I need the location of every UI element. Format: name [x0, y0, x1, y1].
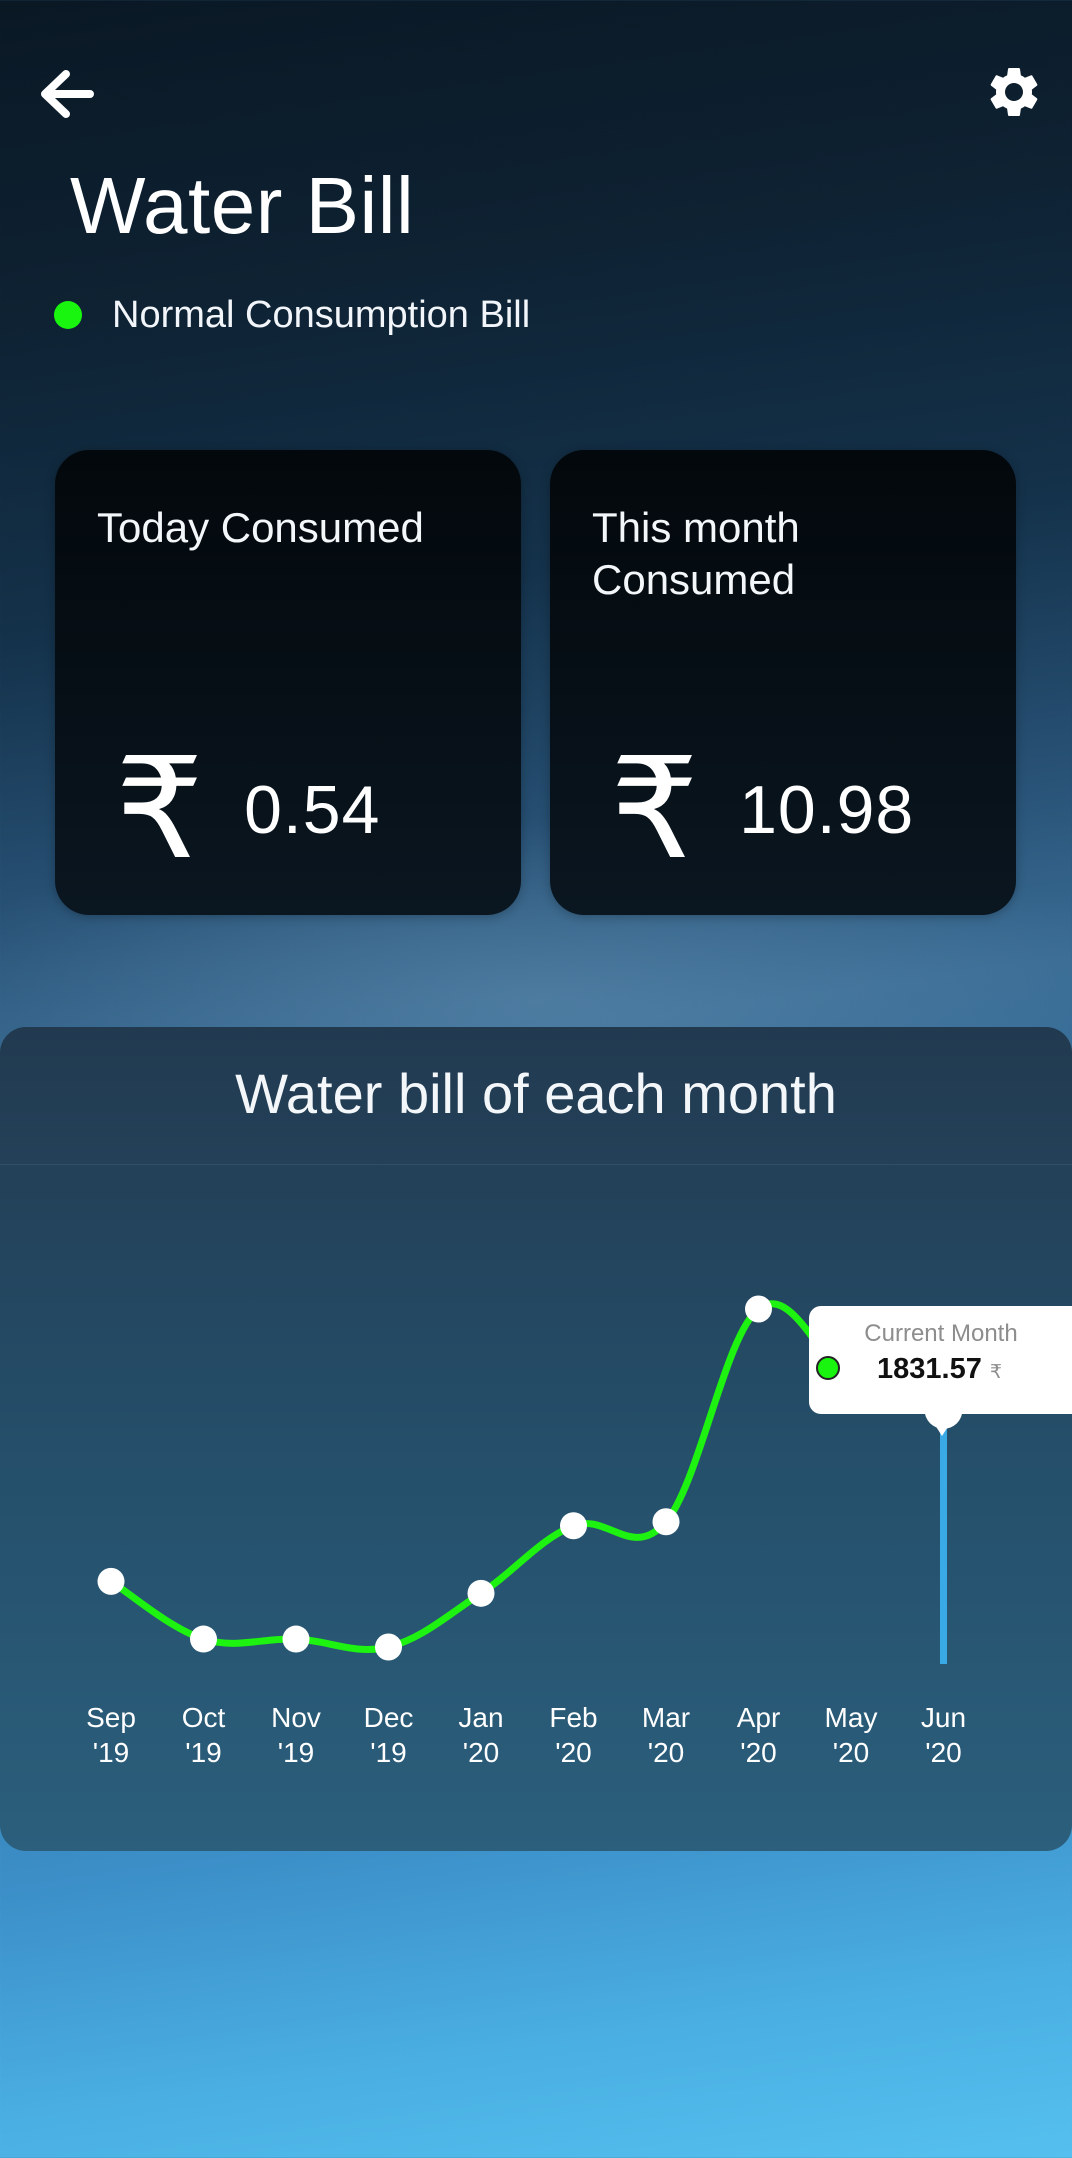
month-consumed-card[interactable]: This month Consumed ₹ 10.98 [550, 450, 1016, 915]
tooltip-value: 1831.57 [877, 1353, 982, 1385]
today-consumed-title: Today Consumed [97, 504, 424, 551]
status-label: Normal Consumption Bill [112, 294, 531, 336]
tooltip-label: Current Month [864, 1320, 1018, 1347]
rupee-icon: ₹ [989, 1361, 1002, 1383]
x-tick-label: May '20 [825, 1702, 878, 1768]
settings-button[interactable] [974, 52, 1054, 132]
back-button[interactable] [26, 54, 106, 134]
month-consumed-title: This month Consumed [592, 504, 800, 603]
x-tick-label: Oct '19 [182, 1702, 226, 1768]
x-tick-label: Feb '20 [549, 1702, 597, 1768]
x-tick-label: Mar '20 [642, 1702, 690, 1768]
current-month-tooltip: Current Month 1831.57 ₹ [809, 1306, 1072, 1414]
data-point-nov-19[interactable] [282, 1625, 310, 1653]
month-consumed-value: 10.98 [739, 772, 915, 848]
tooltip-pointer [928, 1414, 956, 1436]
page-title: Water Bill [70, 161, 415, 250]
rupee-icon: ₹ [610, 728, 700, 891]
data-point-dec-19[interactable] [375, 1633, 402, 1661]
data-point-sep-19[interactable] [97, 1567, 125, 1595]
x-tick-label: Sep '19 [86, 1702, 136, 1768]
x-tick-label: Jan '20 [458, 1702, 503, 1768]
data-point-mar-20[interactable] [652, 1508, 680, 1536]
monthly-bill-line-chart[interactable]: Sep '19 Oct '19 Nov '19 Dec '19 Jan '20 Feb '20 Mar '… [0, 1027, 1072, 1851]
x-tick-label: Nov '19 [271, 1702, 321, 1768]
today-consumed-card[interactable]: Today Consumed ₹ 0.54 [55, 450, 521, 915]
month-consumed-value-row: ₹ 10.98 [610, 735, 914, 885]
consumption-status: Normal Consumption Bill [54, 290, 530, 340]
data-point-jan-20[interactable] [467, 1579, 495, 1607]
today-consumed-value-row: ₹ 0.54 [115, 735, 380, 885]
tooltip-legend-dot [816, 1356, 840, 1380]
gear-icon [990, 67, 1038, 116]
tooltip-value-row: 1831.57 ₹ [877, 1352, 1002, 1386]
x-tick-label: Apr '20 [737, 1702, 781, 1768]
data-point-apr-20[interactable] [745, 1295, 772, 1323]
status-dot-icon [54, 301, 82, 329]
data-point-feb-20[interactable] [560, 1512, 587, 1540]
rupee-icon: ₹ [115, 728, 205, 891]
x-tick-label: Jun '20 [921, 1702, 966, 1768]
data-point-oct-19[interactable] [190, 1625, 217, 1653]
x-tick-label: Dec '19 [364, 1702, 414, 1768]
today-consumed-value: 0.54 [244, 772, 381, 848]
arrow-left-icon [41, 70, 94, 118]
